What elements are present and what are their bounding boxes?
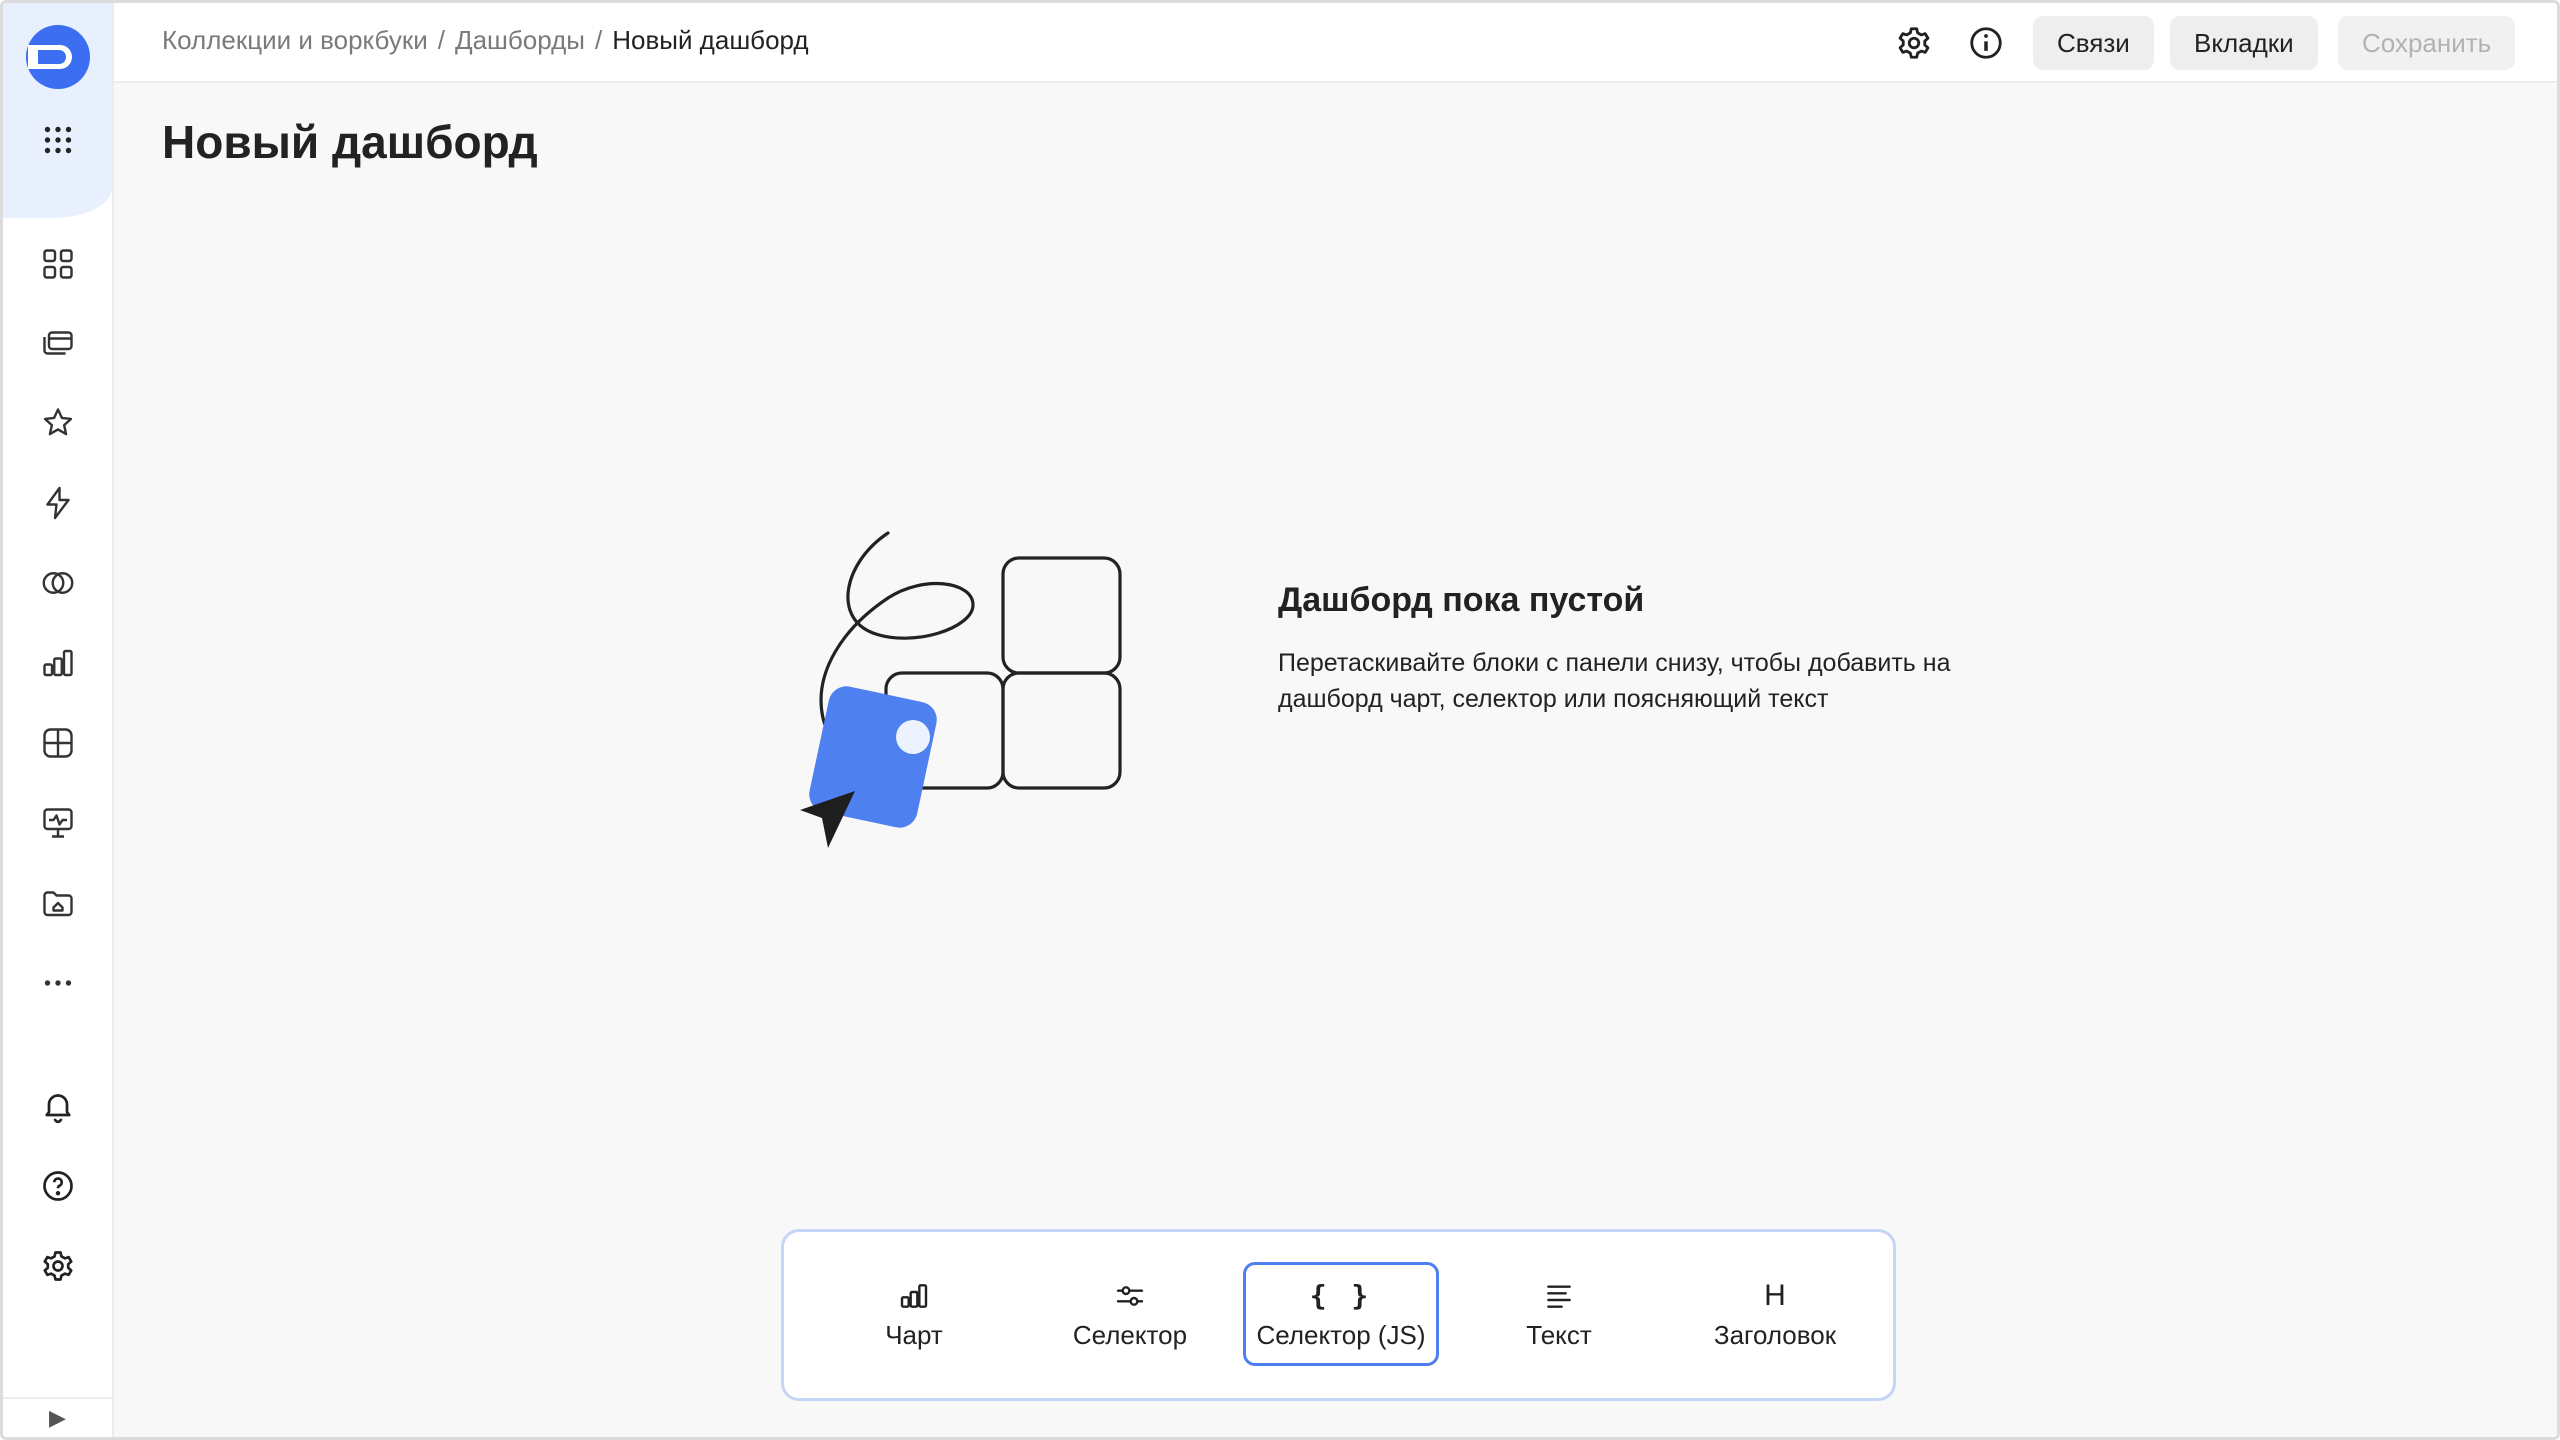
widgets-icon[interactable] <box>33 718 83 768</box>
breadcrumb-dashboards[interactable]: Дашборды <box>455 25 585 56</box>
palette-item-chart[interactable]: Чарт <box>816 1262 1012 1366</box>
connections-icon[interactable] <box>33 478 83 528</box>
collections-icon[interactable] <box>33 318 83 368</box>
palette-item-label: Селектор (JS) <box>1256 1319 1426 1350</box>
collapse-icon[interactable]: ▶ <box>3 1397 112 1437</box>
braces-glyph: { } <box>1309 1279 1373 1312</box>
empty-state-description: Перетаскивайте блоки с панели снизу, что… <box>1278 649 1951 713</box>
breadcrumb-current: Новый дашборд <box>612 25 809 55</box>
settings-icon[interactable] <box>33 1241 83 1291</box>
links-button[interactable]: Связи <box>2033 16 2154 70</box>
heading-glyph: H <box>1764 1278 1786 1312</box>
monitoring-icon[interactable] <box>33 798 83 848</box>
app-window: ▶ Коллекции и воркбуки / Дашборды / Новы… <box>0 0 2560 1440</box>
text-lines-icon <box>1543 1278 1575 1314</box>
palette-item-text[interactable]: Текст <box>1461 1262 1657 1366</box>
heading-icon: H <box>1764 1278 1786 1314</box>
palette-item-label: Чарт <box>885 1319 943 1350</box>
chart-icon <box>898 1278 930 1314</box>
palette-item-selector[interactable]: Селектор <box>1032 1262 1228 1366</box>
help-icon[interactable] <box>33 1161 83 1211</box>
header: Коллекции и воркбуки / Дашборды / Новый … <box>114 3 2557 83</box>
gear-icon[interactable] <box>1892 21 1936 65</box>
apps-grid-icon[interactable] <box>33 115 83 165</box>
page-title: Новый дашборд <box>162 116 538 168</box>
logo-icon[interactable] <box>24 23 92 91</box>
breadcrumb: Коллекции и воркбуки / Дашборды / Новый … <box>162 25 809 56</box>
sliders-icon <box>1114 1278 1146 1314</box>
more-icon[interactable] <box>33 958 83 1008</box>
info-icon[interactable] <box>1964 21 2008 65</box>
datasets-icon[interactable] <box>33 558 83 608</box>
tabs-button[interactable]: Вкладки <box>2170 16 2318 70</box>
palette-item-label: Селектор <box>1072 1319 1188 1350</box>
charts-icon[interactable] <box>33 638 83 688</box>
notifications-icon[interactable] <box>33 1081 83 1131</box>
palette-item-label: Заголовок <box>1713 1319 1837 1350</box>
sidebar: ▶ <box>3 3 114 1437</box>
favorites-icon[interactable] <box>33 398 83 448</box>
breadcrumb-collections[interactable]: Коллекции и воркбуки <box>162 25 428 56</box>
save-button[interactable]: Сохранить <box>2338 16 2516 70</box>
breadcrumb-separator: / <box>594 25 603 55</box>
workbooks-icon[interactable] <box>33 878 83 928</box>
palette-item-selector-js[interactable]: { } Селектор (JS) <box>1243 1262 1439 1366</box>
dashboards-icon[interactable] <box>33 239 83 289</box>
palette-item-heading[interactable]: H Заголовок <box>1677 1262 1873 1366</box>
empty-state-title: Дашборд пока пустой <box>1278 581 1645 619</box>
widget-palette: Чарт Селектор { } Селектор (JS) Текст H … <box>781 1229 1896 1401</box>
palette-item-label: Текст <box>1526 1319 1592 1350</box>
breadcrumb-separator: / <box>437 25 445 55</box>
empty-dashboard-illustration <box>783 523 1133 853</box>
braces-icon: { } <box>1310 1278 1373 1314</box>
